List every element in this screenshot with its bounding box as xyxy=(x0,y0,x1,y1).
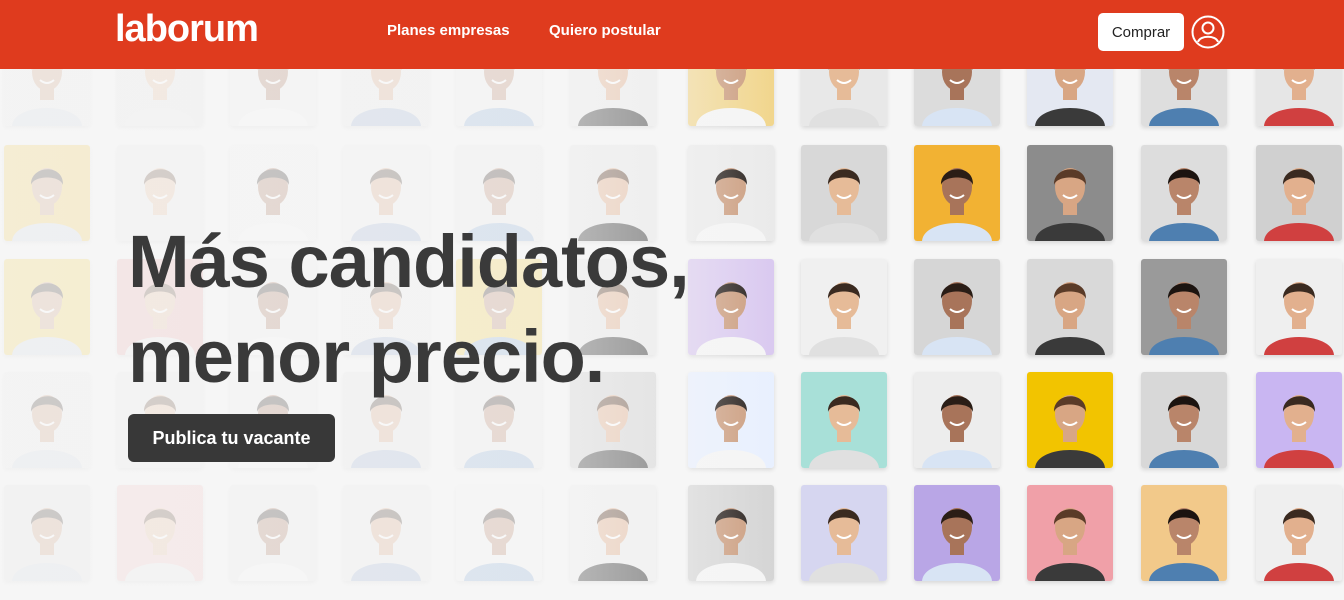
candidate-photo xyxy=(1256,372,1342,468)
candidate-photo xyxy=(4,485,90,581)
candidate-photo xyxy=(1141,259,1227,355)
candidate-photo xyxy=(688,145,774,241)
laborum-logo[interactable]: laborum xyxy=(115,8,259,51)
candidate-photo xyxy=(1256,485,1342,581)
candidate-photo xyxy=(230,485,316,581)
candidate-photo xyxy=(1141,485,1227,581)
candidate-photo xyxy=(801,372,887,468)
candidate-photo xyxy=(4,259,90,355)
candidate-photo xyxy=(688,485,774,581)
candidate-photo xyxy=(688,259,774,355)
user-circle-icon[interactable] xyxy=(1191,15,1225,49)
headline-line-2: menor precio. xyxy=(128,315,605,398)
nav-quiero-postular[interactable]: Quiero postular xyxy=(549,22,661,39)
candidate-photo xyxy=(914,259,1000,355)
candidate-photo xyxy=(801,259,887,355)
candidate-photo xyxy=(4,372,90,468)
candidate-photo xyxy=(343,485,429,581)
candidate-photo xyxy=(688,372,774,468)
candidate-photo xyxy=(456,485,542,581)
hero-headline: Más candidatos, menor precio. xyxy=(128,214,690,404)
publish-vacancy-button[interactable]: Publica tu vacante xyxy=(128,414,335,462)
buy-button[interactable]: Comprar xyxy=(1098,13,1184,51)
nav-planes-empresas[interactable]: Planes empresas xyxy=(387,22,510,39)
candidate-photo xyxy=(4,145,90,241)
headline-line-1: Más candidatos, xyxy=(128,220,690,303)
candidate-photo xyxy=(1027,259,1113,355)
candidate-photo xyxy=(117,485,203,581)
candidate-photo xyxy=(801,145,887,241)
candidate-photo xyxy=(1256,259,1342,355)
candidate-photo xyxy=(914,372,1000,468)
top-nav-bar: laborum Planes empresas Quiero postular … xyxy=(0,0,1344,69)
candidate-photo xyxy=(914,145,1000,241)
candidate-photo xyxy=(914,485,1000,581)
candidate-photo xyxy=(1027,372,1113,468)
candidate-photo xyxy=(1027,145,1113,241)
candidate-photo xyxy=(1256,145,1342,241)
candidate-photo xyxy=(1141,372,1227,468)
candidate-photo xyxy=(1141,145,1227,241)
candidate-photo xyxy=(1027,485,1113,581)
candidate-photo xyxy=(570,485,656,581)
candidate-photo xyxy=(801,485,887,581)
